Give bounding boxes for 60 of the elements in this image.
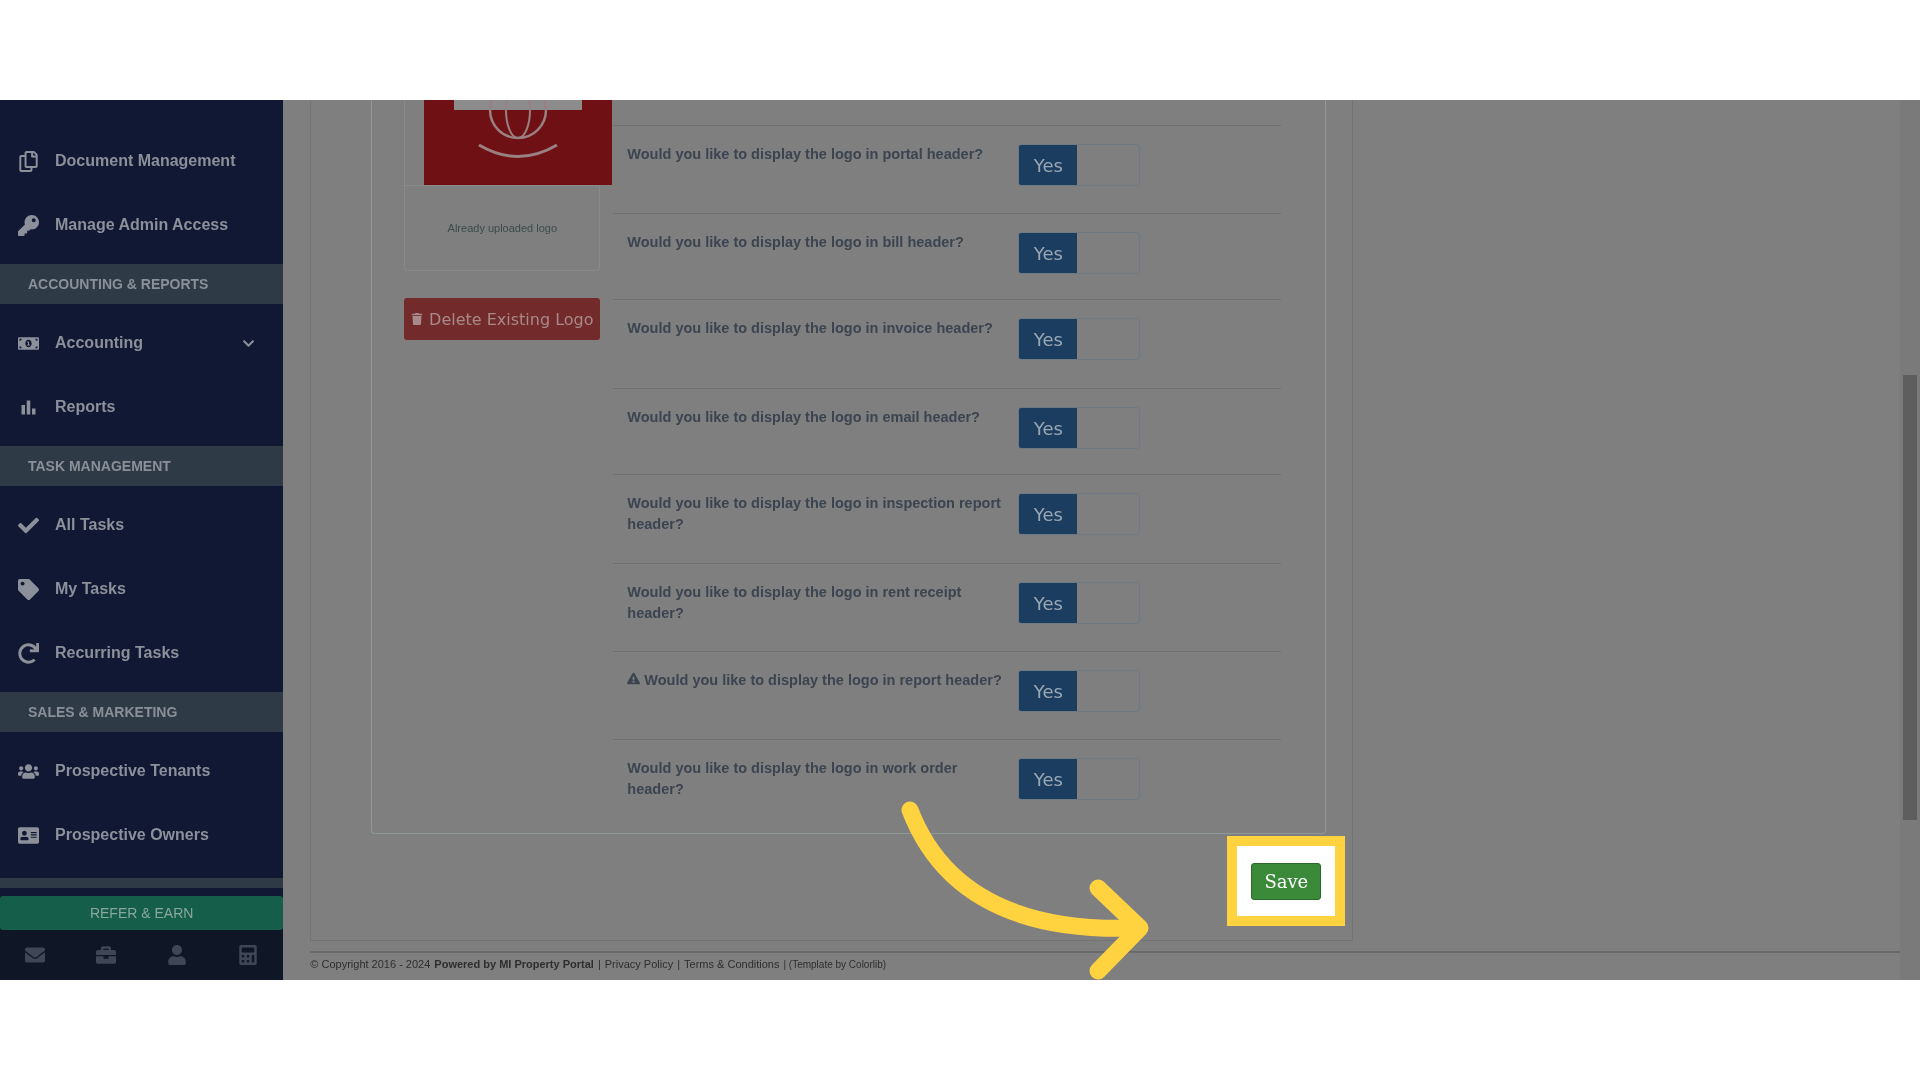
sidebar-item[interactable]: Reports (0, 375, 284, 439)
sidebar-section-header: TASK MANAGEMENT (0, 446, 284, 486)
sidebar-item-label: Accounting (55, 334, 144, 352)
refer-earn-button[interactable]: REFER & EARN (0, 896, 284, 930)
scrollbar[interactable] (1900, 100, 1920, 980)
toggle-switch[interactable]: Yes (1018, 493, 1141, 535)
toggle-switch[interactable]: Yes (1018, 144, 1141, 186)
footer-text: Powered by MI Property Portal (434, 958, 594, 970)
sidebar-item-label: Reports (55, 398, 117, 416)
sidebar-item-label: Prospective Owners (55, 826, 210, 844)
setting-question: Would you like to display the logo in invoice header? (627, 319, 994, 338)
sidebar-item[interactable]: Document Management (0, 129, 284, 193)
save-button[interactable]: Save (1251, 862, 1322, 900)
calculator-icon[interactable] (237, 945, 258, 965)
sidebar-item-label: Recurring Tasks (55, 644, 181, 662)
user-icon[interactable] (167, 945, 188, 965)
sidebar-item[interactable]: Prospective Owners (0, 803, 284, 867)
sidebar-item-label: My Tasks (55, 580, 127, 598)
setting-question: Would you like to display the logo in inspection report header? (627, 494, 1002, 534)
sidebar-item-label: Manage Admin Access (55, 216, 230, 234)
sidebar-item[interactable]: All Tasks (0, 493, 284, 557)
setting-question: Would you like to display the logo in bill header? (627, 233, 965, 252)
footer-separator: | (677, 958, 681, 970)
toggle-switch[interactable]: Yes (1018, 758, 1141, 800)
footer-link[interactable]: Privacy Policy (604, 958, 674, 970)
toggle-switch[interactable]: Yes (1018, 232, 1141, 274)
sidebar-item[interactable]: Manage Admin Access (0, 193, 284, 257)
mail-icon[interactable] (25, 945, 46, 965)
footer-credit: | (Template by Colorlib) (783, 959, 887, 970)
logo-caption: Already uploaded logo (447, 222, 558, 234)
sidebar-section-header: SALES & MARKETING (0, 692, 284, 732)
sidebar-item[interactable]: Accounting (0, 311, 284, 375)
sidebar-item-label: Document Management (55, 152, 237, 170)
toggle-switch[interactable]: Yes (1018, 318, 1141, 360)
footer-separator: | (597, 958, 601, 970)
setting-question: Would you like to display the logo in portal header? (627, 145, 985, 164)
sidebar-item[interactable]: My Tasks (0, 557, 284, 621)
setting-question: Would you like to display the logo in email header? (627, 408, 981, 427)
sidebar-item[interactable]: Recurring Tasks (0, 621, 284, 685)
setting-question: Would you like to display the logo in report header? (627, 670, 1003, 739)
sidebar-item-label: Prospective Tenants (55, 762, 212, 780)
menu-icon (18, 824, 39, 846)
footer-link[interactable]: Terms & Conditions (684, 958, 780, 970)
delete-logo-button[interactable]: Delete Existing Logo (404, 298, 601, 340)
footer-text: © Copyright 2016 - 2024 (310, 958, 431, 970)
briefcase-icon[interactable] (96, 945, 117, 965)
warning-icon (627, 672, 641, 685)
toggle-switch[interactable]: Yes (1018, 670, 1141, 712)
setting-question: Would you like to display the logo in work order header? (627, 759, 959, 799)
setting-question: Would you like to display the logo in rent receipt header? (627, 583, 963, 623)
toggle-switch[interactable]: Yes (1018, 407, 1141, 449)
menu-icon (18, 214, 39, 236)
sidebar-section-header: ACCOUNTING & REPORTS (0, 264, 284, 304)
menu-icon (18, 150, 39, 172)
sidebar-item[interactable]: Prospective Tenants (0, 739, 284, 803)
toggle-switch[interactable]: Yes (1018, 582, 1141, 624)
trash-icon (411, 313, 424, 325)
menu-icon (18, 578, 39, 600)
menu-icon (18, 642, 39, 664)
sidebar-item-label: All Tasks (55, 516, 126, 534)
